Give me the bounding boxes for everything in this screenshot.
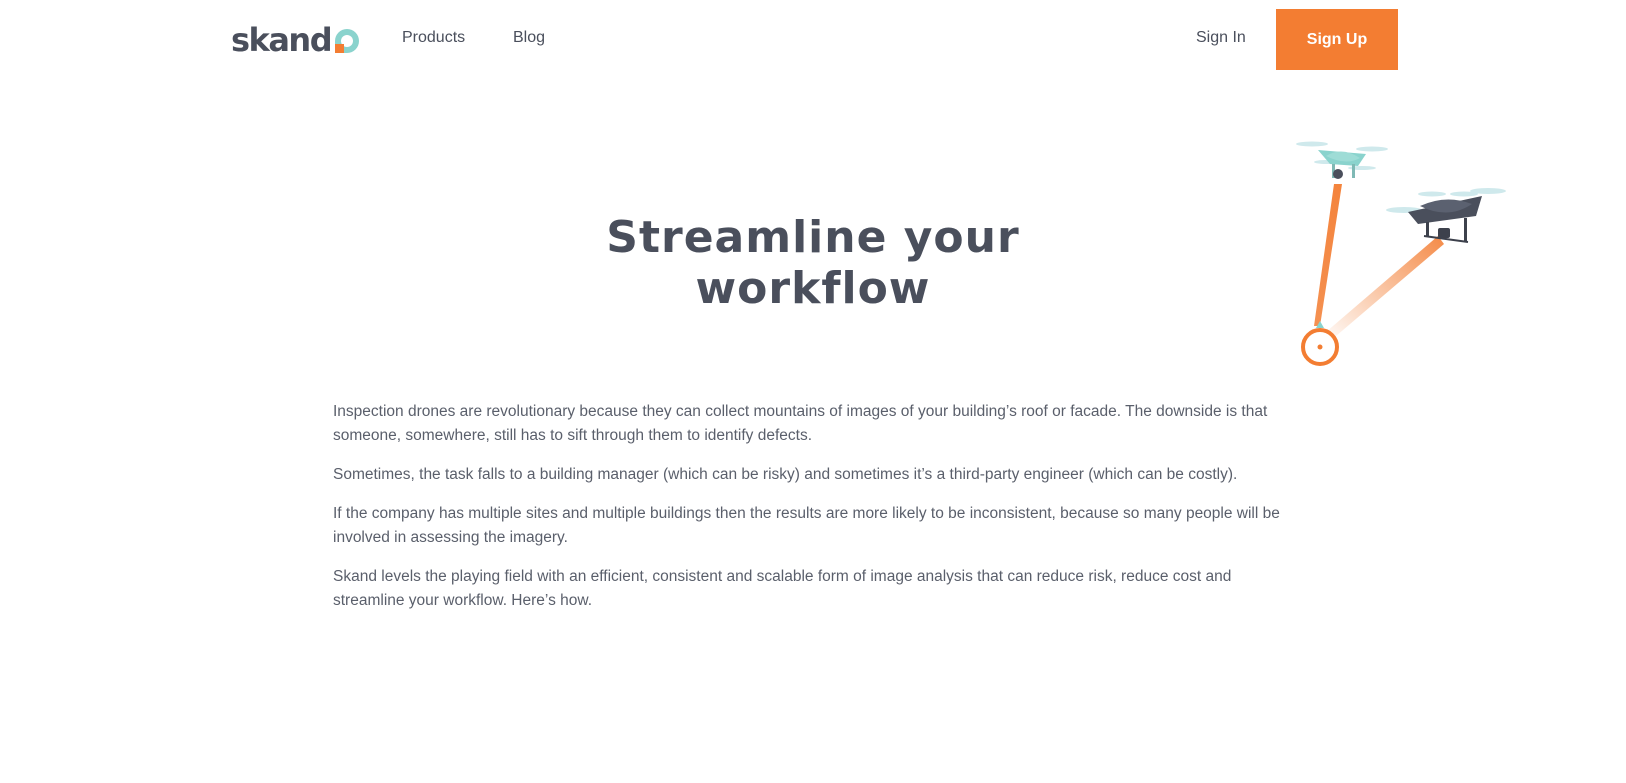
logo-text: skand <box>231 21 333 59</box>
nav-products-link[interactable]: Products <box>402 26 465 50</box>
logo-mark-icon <box>335 29 360 53</box>
intro-paragraph-2: Sometimes, the task falls to a building … <box>333 466 1238 483</box>
intro-paragraph-4: Skand levels the playing field with an e… <box>333 568 1232 609</box>
intro-paragraph-3: If the company has multiple sites and mu… <box>333 505 1280 546</box>
sign-up-button[interactable]: Sign Up <box>1276 9 1398 70</box>
site-header: skand Products Blog Sign In Sign Up <box>0 0 1626 80</box>
intro-content: Inspection drones are revolutionary beca… <box>333 400 1299 628</box>
sign-in-link[interactable]: Sign In <box>1196 26 1246 50</box>
nav-blog-link[interactable]: Blog <box>513 26 545 50</box>
drones-icon <box>1296 141 1506 366</box>
skand-logo[interactable]: skand <box>231 20 362 60</box>
page: skand Products Blog Sign In Sign Up Stre… <box>0 0 1626 783</box>
intro-paragraph-1: Inspection drones are revolutionary beca… <box>333 403 1268 444</box>
